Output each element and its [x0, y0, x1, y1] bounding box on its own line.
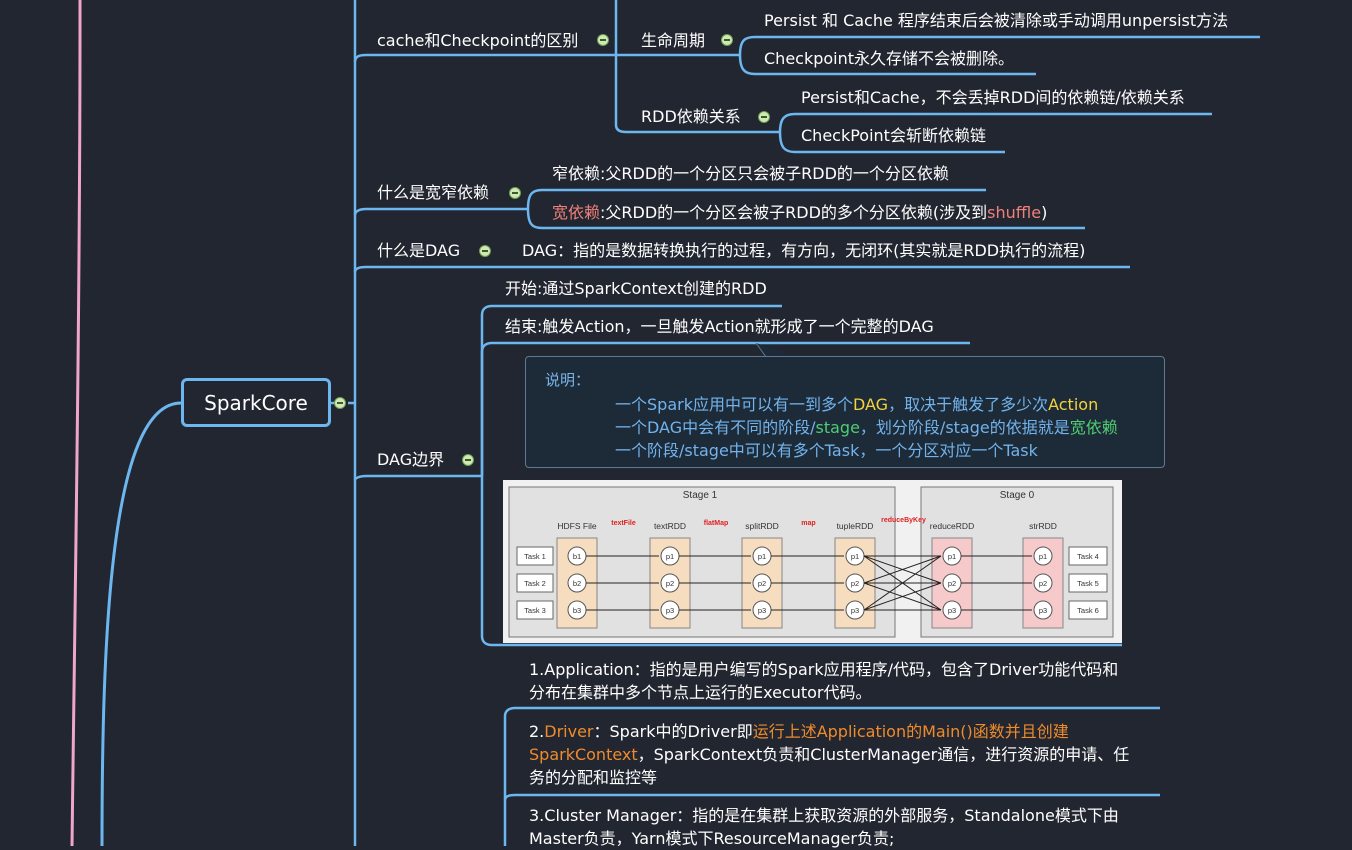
collapse-toggle-dag-icon[interactable] — [479, 245, 491, 257]
branch-wide-narrow[interactable]: 什么是宽窄依赖 — [377, 183, 489, 203]
leaf-driver[interactable]: 2.Driver：Spark中的Driver即运行上述Application的M… — [529, 720, 1129, 789]
rdd-header-1: textRDD — [654, 521, 686, 531]
rdd-header-5: strRDD — [1029, 521, 1057, 531]
partition-label-0-0: b1 — [573, 552, 581, 561]
node-rdd-dependency[interactable]: RDD依赖关系 — [641, 107, 741, 127]
leaf-wide-dependency[interactable]: 宽依赖:父RDD的一个分区会被子RDD的多个分区依赖(涉及到shuffle) — [552, 203, 1047, 223]
task-label-left-1: Task 2 — [524, 579, 546, 588]
rdd-header-0: HDFS File — [557, 521, 596, 531]
leaf-cluster-manager[interactable]: 3.Cluster Manager：指的是在集群上获取资源的外部服务，Stand… — [529, 804, 1119, 850]
driver-line-2: SparkContext，SparkContext负责和ClusterManag… — [529, 745, 1130, 764]
wide-dependency-term: 宽依赖 — [552, 203, 601, 222]
partition-label-1-0: p1 — [666, 552, 674, 561]
op-label-1: flatMap — [704, 520, 729, 527]
leaf-lifecycle-persist[interactable]: Persist 和 Cache 程序结束后会被清除或手动调用unpersist方… — [764, 11, 1228, 31]
task-label-right-1: Task 5 — [1077, 579, 1099, 588]
task-label-right-0: Task 4 — [1077, 552, 1099, 561]
partition-label-3-1: p2 — [851, 579, 859, 588]
stage-diagram-svg: Stage 1 Stage 0 HDFS File b1 b2 b3 textRDD p1… — [508, 486, 1114, 638]
branch-what-is-dag[interactable]: 什么是DAG — [377, 241, 460, 261]
partition-label-2-0: p1 — [758, 552, 766, 561]
leaf-rdd-dep-persist[interactable]: Persist和Cache，不会丢掉RDD间的依赖链/依赖关系 — [801, 88, 1185, 108]
branch-dag-boundary[interactable]: DAG边界 — [377, 450, 444, 470]
collapse-toggle-dag-boundary-icon[interactable] — [462, 454, 474, 466]
note-heading: 说明： — [545, 371, 591, 389]
partition-label-0-2: b3 — [573, 606, 581, 615]
note-line-3: 一个阶段/stage中可以有多个Task，一个分区对应一个Task — [615, 441, 1038, 460]
parent-branch-blue — [100, 401, 183, 846]
leaf-lifecycle-checkpoint[interactable]: Checkpoint永久存储不会被删除。 — [764, 49, 1014, 69]
partition-label-3-2: p3 — [851, 606, 859, 615]
driver-line-3: 务的分配和监控等 — [529, 768, 658, 787]
rdd-header-2: splitRDD — [745, 521, 779, 531]
stage1-label: Stage 1 — [683, 490, 718, 501]
partition-label-1-1: p2 — [666, 579, 674, 588]
rdd-header-4: reduceRDD — [930, 521, 974, 531]
op-label-0: textFile — [611, 520, 636, 527]
note-line-2: 一个DAG中会有不同的阶段/stage，划分阶段/stage的依据就是宽依赖 — [615, 418, 1118, 437]
node-lifecycle[interactable]: 生命周期 — [641, 31, 705, 51]
leaf-narrow-dependency[interactable]: 窄依赖:父RDD的一个分区只会被子RDD的一个分区依赖 — [552, 164, 949, 184]
collapse-toggle-root-icon[interactable] — [334, 397, 346, 409]
partition-label-5-2: p3 — [1039, 606, 1047, 615]
partition-label-0-1: b2 — [573, 579, 581, 588]
task-label-left-0: Task 1 — [524, 552, 546, 561]
root-node-sparkcore[interactable]: SparkCore — [181, 378, 331, 427]
partition-label-4-0: p1 — [948, 552, 956, 561]
leaf-dag-end[interactable]: 结束:触发Action，一旦触发Action就形成了一个完整的DAG — [505, 317, 934, 337]
rdd-header-3: tupleRDD — [837, 521, 874, 531]
shuffle-term: shuffle — [987, 203, 1042, 222]
collapse-toggle-rdd-dependency-icon[interactable] — [758, 111, 770, 123]
partition-label-4-1: p2 — [948, 579, 956, 588]
collapse-toggle-wide-narrow-icon[interactable] — [509, 187, 521, 199]
note-callout[interactable]: 说明： 一个Spark应用中可以有一到多个DAG，取决于触发了多少次Action… — [525, 356, 1165, 468]
leaf-dag-definition[interactable]: DAG：指的是数据转换执行的过程，有方向，无闭环(其实就是RDD执行的流程) — [522, 241, 1085, 261]
task-label-left-2: Task 3 — [524, 606, 546, 615]
branch-cache-checkpoint[interactable]: cache和Checkpoint的区别 — [377, 31, 578, 51]
cluster-manager-line-1: 3.Cluster Manager：指的是在集群上获取资源的外部服务，Stand… — [529, 806, 1119, 825]
stage0-label: Stage 0 — [1000, 490, 1035, 501]
wide-dependency-text: :父RDD的一个分区会被子RDD的多个分区依赖(涉及到 — [600, 203, 988, 222]
driver-line-1: 2.Driver：Spark中的Driver即运行上述Application的M… — [529, 722, 1069, 741]
root-node-label: SparkCore — [204, 390, 308, 415]
task-label-right-2: Task 6 — [1077, 606, 1099, 615]
parent-branch-pink — [70, 0, 82, 846]
op-label-2: map — [801, 520, 815, 527]
partition-label-5-0: p1 — [1039, 552, 1047, 561]
leaf-rdd-dep-checkpoint[interactable]: CheckPoint会斩断依赖链 — [801, 126, 986, 146]
collapse-toggle-lifecycle-icon[interactable] — [721, 34, 733, 46]
collapse-toggle-cache-icon[interactable] — [597, 34, 609, 46]
note-line-1: 一个Spark应用中可以有一到多个DAG，取决于触发了多少次Action — [615, 395, 1099, 414]
leaf-application[interactable]: 1.Application：指的是用户编写的Spark应用程序/代码，包含了Dr… — [529, 658, 1118, 704]
partition-label-3-0: p1 — [851, 552, 859, 561]
partition-label-2-2: p3 — [758, 606, 766, 615]
leaf-dag-start[interactable]: 开始:通过SparkContext创建的RDD — [505, 279, 767, 299]
partition-label-2-1: p2 — [758, 579, 766, 588]
wide-dependency-suffix: ) — [1041, 203, 1048, 222]
application-line-1: 1.Application：指的是用户编写的Spark应用程序/代码，包含了Dr… — [529, 660, 1119, 679]
partition-label-4-2: p3 — [948, 606, 956, 615]
partition-label-1-2: p3 — [666, 606, 674, 615]
cluster-manager-line-2: Master负责，Yarn模式下ResourceManager负责; — [529, 829, 895, 848]
application-line-2: 分布在集群中多个节点上运行的Executor代码。 — [529, 683, 872, 702]
partition-label-5-1: p2 — [1039, 579, 1047, 588]
stage-diagram-image: Stage 1 Stage 0 HDFS File b1 b2 b3 textRDD p1… — [503, 480, 1122, 643]
op-label-3: reduceByKey — [881, 517, 926, 524]
